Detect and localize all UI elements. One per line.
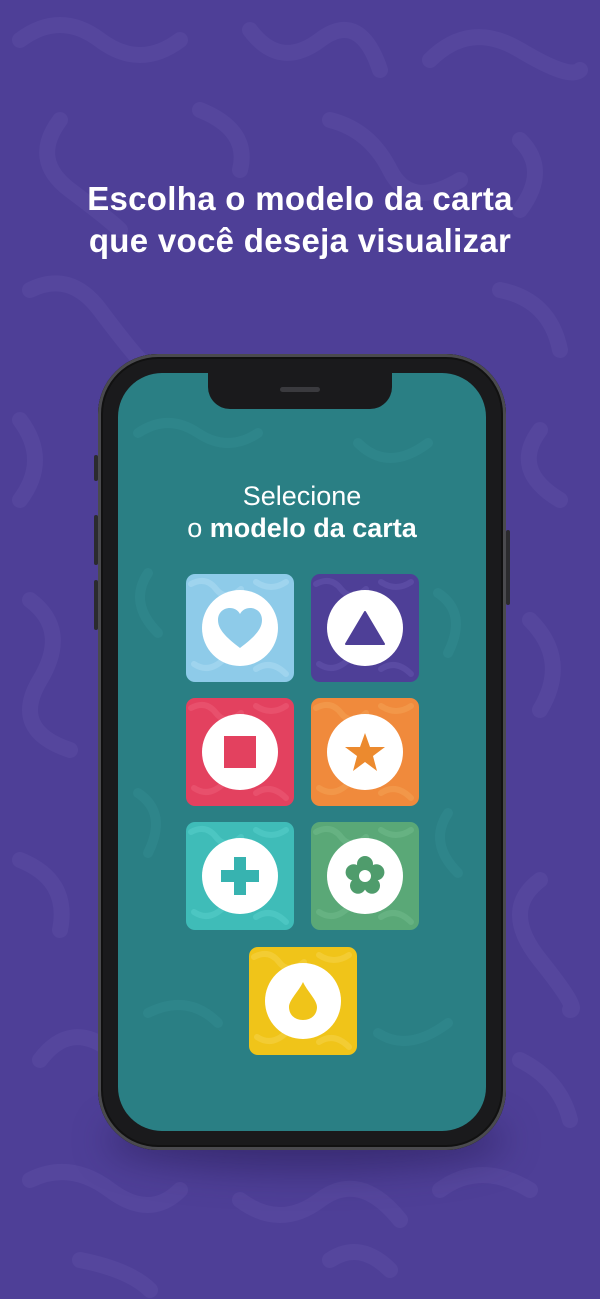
phone-side-button-left-1 bbox=[94, 455, 98, 481]
plus-icon-circle bbox=[202, 838, 278, 914]
phone-side-button-right bbox=[506, 530, 510, 605]
square-icon-circle bbox=[202, 714, 278, 790]
flower-icon bbox=[345, 856, 385, 894]
phone-side-button-left-3 bbox=[94, 580, 98, 630]
drop-card[interactable] bbox=[249, 947, 357, 1055]
phone-side-button-left-2 bbox=[94, 515, 98, 565]
triangle-icon-circle bbox=[327, 590, 403, 666]
square-icon bbox=[224, 736, 256, 768]
screen-title-bold: modelo da carta bbox=[209, 513, 417, 543]
heart-card[interactable] bbox=[186, 574, 294, 682]
star-icon bbox=[345, 733, 385, 771]
flower-icon-circle bbox=[327, 838, 403, 914]
drop-icon bbox=[289, 982, 317, 1020]
flower-card[interactable] bbox=[311, 822, 419, 930]
square-card[interactable] bbox=[186, 698, 294, 806]
star-icon-circle bbox=[327, 714, 403, 790]
headline: Escolha o modelo da carta que você desej… bbox=[0, 178, 600, 262]
heart-icon bbox=[218, 608, 262, 648]
screen-title: Selecione o modelo da carta bbox=[118, 480, 486, 544]
phone-speaker bbox=[280, 387, 320, 392]
screen-title-line-1: Selecione bbox=[242, 481, 362, 511]
plus-icon bbox=[221, 857, 259, 895]
headline-line-1: Escolha o modelo da carta bbox=[87, 180, 513, 217]
screen-title-prefix: o bbox=[187, 513, 210, 543]
drop-icon-circle bbox=[265, 963, 341, 1039]
triangle-card[interactable] bbox=[311, 574, 419, 682]
star-card[interactable] bbox=[311, 698, 419, 806]
heart-icon-circle bbox=[202, 590, 278, 666]
triangle-icon bbox=[345, 611, 385, 645]
screen-title-line-2: o modelo da carta bbox=[118, 512, 486, 544]
plus-card[interactable] bbox=[186, 822, 294, 930]
headline-line-2: que você deseja visualizar bbox=[88, 222, 512, 259]
